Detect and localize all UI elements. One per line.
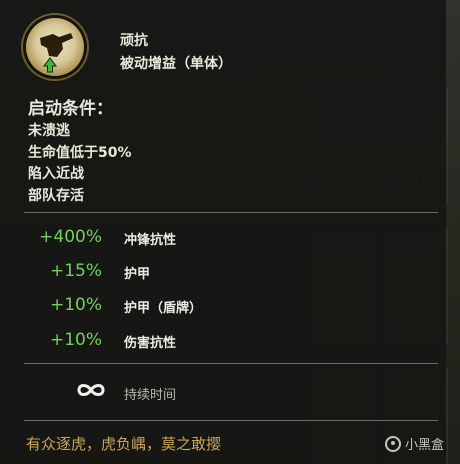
flavor-text: 有众逐虎，虎负嵎，莫之敢撄 [26, 435, 222, 453]
stat-label: 伤害抗性 [124, 336, 177, 351]
game-screen: 270 240 300 300 顽抗 被动增益（单体） [0, 0, 460, 464]
condition-item: 部队存活 [28, 187, 84, 204]
stat-value: +10% [49, 295, 102, 315]
duration-label: 持续时间 [124, 388, 177, 403]
stat-label: 护甲 [124, 267, 151, 282]
stat-row: +400% 冲锋抗性 [0, 223, 446, 253]
stat-row: +15% 护甲 [0, 257, 446, 287]
ability-tooltip: 顽抗 被动增益（单体） 启动条件： 未溃逃 生命值低于50% 陷入近战 部队存活… [0, 0, 446, 464]
stat-row: +10% 护甲（盾牌） [0, 291, 446, 321]
watermark-logo-icon [385, 435, 401, 452]
resilience-ability-icon [26, 18, 84, 76]
condition-item: 生命值低于50% [28, 144, 132, 161]
condition-item: 陷入近战 [28, 166, 84, 182]
ability-type: 被动增益（单体） [120, 56, 232, 72]
ability-name: 顽抗 [120, 33, 148, 49]
infinity-icon [77, 384, 105, 396]
conditions-title: 启动条件： [28, 99, 113, 119]
watermark: 小黑盒 [385, 434, 444, 453]
divider [24, 363, 438, 364]
stat-value: +10% [49, 330, 102, 350]
conditions-list: 未溃逃 生命值低于50% 陷入近战 部队存活 [28, 121, 132, 207]
stat-value: +400% [39, 227, 102, 247]
divider [24, 420, 438, 421]
condition-item: 未溃逃 [28, 123, 70, 139]
stat-label: 护甲（盾牌） [124, 301, 203, 316]
stat-value: +15% [49, 261, 102, 281]
stat-label: 冲锋抗性 [124, 233, 177, 248]
divider [24, 212, 438, 213]
watermark-text: 小黑盒 [405, 438, 445, 453]
stat-row: +10% 伤害抗性 [0, 326, 446, 356]
